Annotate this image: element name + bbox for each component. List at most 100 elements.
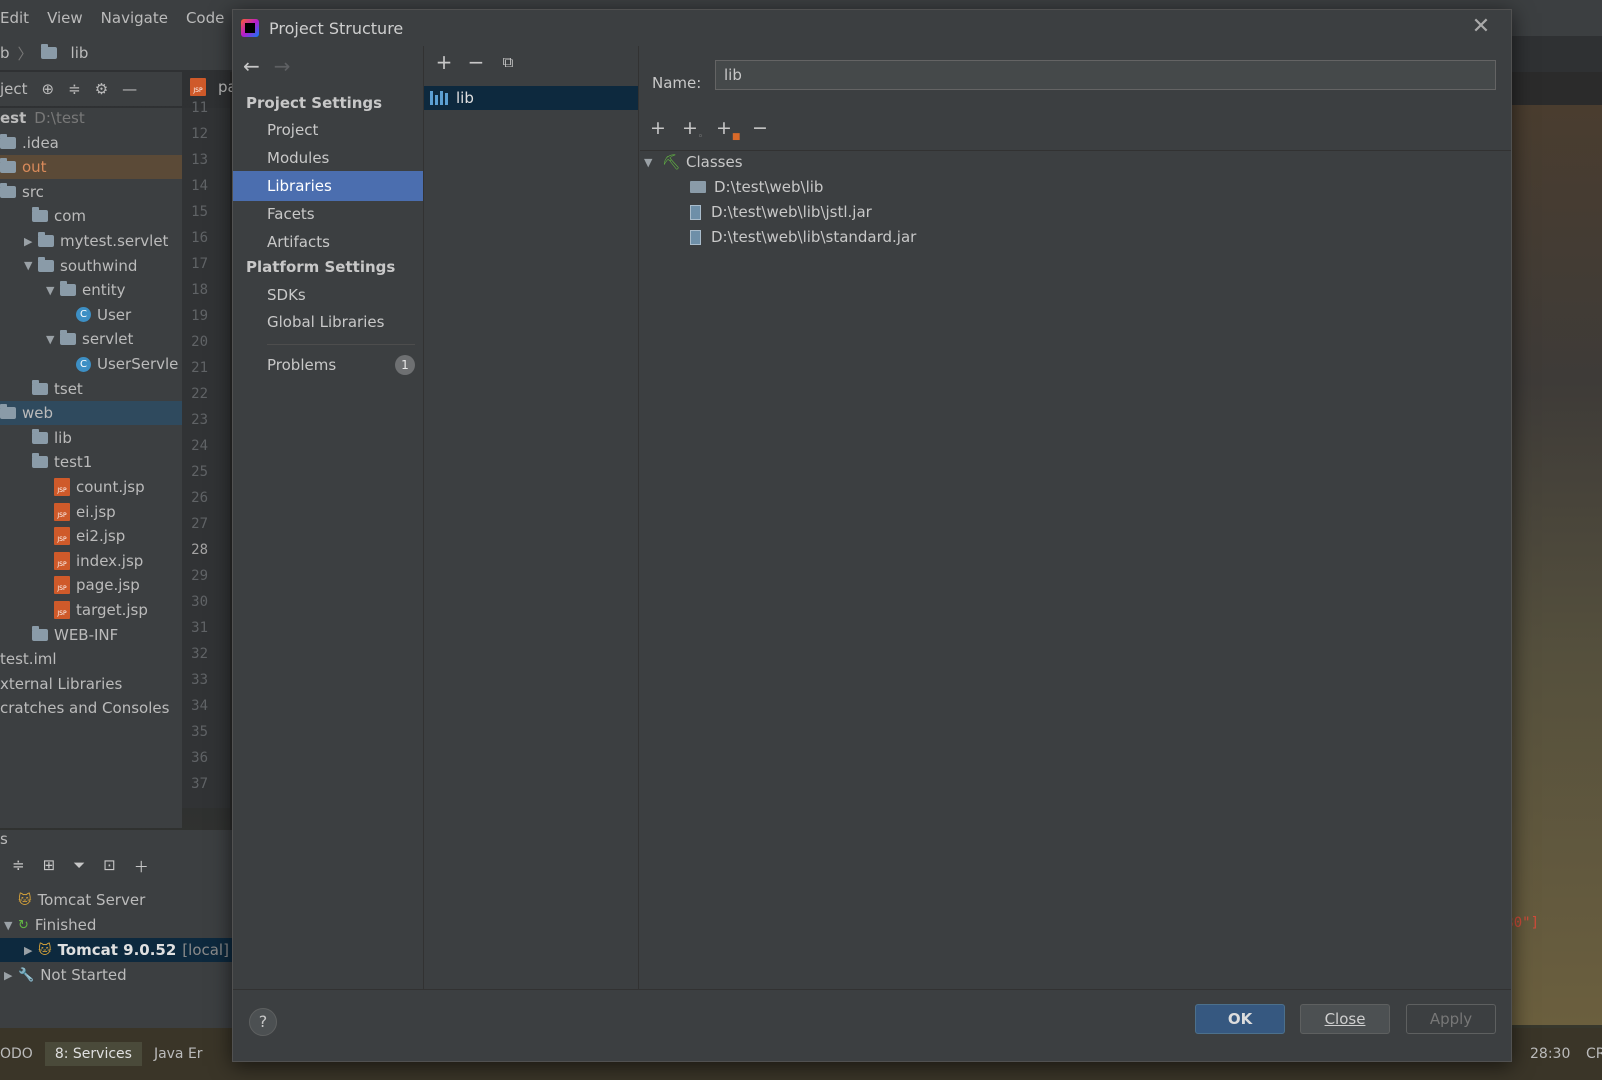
- project-tree-item[interactable]: C UserServle: [0, 352, 182, 376]
- remove-icon[interactable]: −: [750, 118, 770, 138]
- nav-item-libraries[interactable]: Libraries: [233, 171, 423, 201]
- history-arrows: ← →: [243, 54, 291, 78]
- breadcrumb-item[interactable]: lib: [71, 44, 89, 62]
- attach-files-icon[interactable]: +◦: [682, 118, 703, 142]
- attach-jar-icon[interactable]: +■: [716, 118, 740, 142]
- todo-tab[interactable]: ODO: [0, 1046, 33, 1062]
- project-tree-item[interactable]: test1: [0, 450, 182, 474]
- close-button[interactable]: Close: [1300, 1004, 1390, 1034]
- add-icon[interactable]: +: [434, 52, 454, 72]
- line-number: 29: [191, 568, 208, 584]
- nav-item-problems[interactable]: Problems 1: [233, 350, 423, 380]
- library-name-input[interactable]: [715, 60, 1496, 90]
- project-tree-item[interactable]: src: [0, 180, 182, 204]
- chevron-down-icon[interactable]: ▼: [46, 284, 60, 297]
- project-tree-item[interactable]: JSP page.jsp: [0, 573, 182, 597]
- chevron-right-icon[interactable]: ▶: [24, 235, 38, 248]
- line-number: 33: [191, 672, 208, 688]
- project-tree-item[interactable]: C User: [0, 303, 182, 327]
- back-arrow-icon[interactable]: ←: [243, 54, 260, 78]
- project-tree-item[interactable]: lib: [0, 426, 182, 450]
- jsp-file-icon: JSP: [54, 576, 70, 595]
- nav-item-label: Global Libraries: [267, 313, 385, 331]
- add-icon[interactable]: +: [648, 118, 668, 138]
- project-tree-item[interactable]: ▼ entity: [0, 278, 182, 302]
- class-root-entry[interactable]: D:\test\web\lib\jstl.jar: [690, 200, 872, 224]
- library-item-lib[interactable]: lib: [424, 86, 638, 110]
- breadcrumb-item[interactable]: b: [0, 44, 10, 62]
- services-tree-item[interactable]: ▶ 🔧 Not Started: [0, 963, 232, 987]
- project-tree-item[interactable]: .idea: [0, 131, 182, 155]
- menu-edit[interactable]: Edit: [0, 9, 29, 27]
- nav-item-global-libraries[interactable]: Global Libraries: [233, 307, 423, 337]
- nav-item-project[interactable]: Project: [233, 115, 423, 145]
- chevron-down-icon[interactable]: ▼: [4, 919, 18, 932]
- project-tree-item[interactable]: test.iml: [0, 647, 182, 671]
- project-tree-item[interactable]: com: [0, 204, 182, 228]
- chevron-right-icon[interactable]: ▶: [4, 969, 18, 982]
- name-label: Name:: [652, 74, 702, 92]
- jsp-file-icon: JSP: [190, 78, 206, 96]
- add-icon[interactable]: ＋: [134, 856, 149, 877]
- chevron-down-icon[interactable]: ▼: [46, 333, 60, 346]
- menu-view[interactable]: View: [47, 9, 83, 27]
- gear-icon[interactable]: ⚙: [95, 80, 108, 98]
- project-tree-item[interactable]: tset: [0, 377, 182, 401]
- services-tree-item[interactable]: ▶ 🐱 Tomcat 9.0.52 [local]: [0, 938, 232, 962]
- copy-icon[interactable]: ⧉: [498, 52, 518, 72]
- project-tree-item[interactable]: WEB-INF: [0, 623, 182, 647]
- project-view-dropdown[interactable]: ject: [0, 80, 28, 98]
- project-structure-dialog: Project Structure ✕ ← → Project Settings…: [232, 9, 1512, 1062]
- project-tree-item[interactable]: ▼ southwind: [0, 254, 182, 278]
- close-icon[interactable]: ✕: [1469, 16, 1493, 40]
- project-tree-item[interactable]: ▶ mytest.servlet: [0, 229, 182, 253]
- chevron-right-icon[interactable]: ▶: [24, 944, 38, 957]
- nav-item-artifacts[interactable]: Artifacts: [233, 227, 423, 257]
- class-root-entry[interactable]: D:\test\web\lib: [690, 175, 823, 199]
- project-tree-item[interactable]: cratches and Consoles: [0, 696, 182, 720]
- tree-item-label: tset: [54, 379, 83, 398]
- menu-navigate[interactable]: Navigate: [101, 9, 168, 27]
- project-tree-item[interactable]: out: [0, 155, 182, 180]
- project-tree-item[interactable]: web: [0, 401, 182, 426]
- tree-item-label: web: [22, 404, 54, 423]
- forward-arrow-icon[interactable]: →: [274, 54, 291, 78]
- nav-item-facets[interactable]: Facets: [233, 199, 423, 229]
- project-tree-item[interactable]: xternal Libraries: [0, 672, 182, 696]
- collapse-all-icon[interactable]: ≑: [68, 80, 81, 98]
- folder-icon: [690, 181, 706, 193]
- project-tree-item[interactable]: est D:\test: [0, 108, 182, 130]
- remove-icon[interactable]: −: [466, 52, 486, 72]
- nav-item-sdks[interactable]: SDKs: [233, 280, 423, 310]
- class-icon: C: [76, 356, 91, 372]
- group-icon[interactable]: ⊞: [43, 856, 56, 877]
- library-detail-panel: Name: + +◦ +■ − ▼ ⛏ Classes D:\test\web\…: [640, 46, 1511, 992]
- tree-item-label: xternal Libraries: [0, 674, 123, 693]
- locate-icon[interactable]: ⊕: [42, 80, 55, 98]
- filter-icon[interactable]: ⏷: [73, 856, 85, 877]
- chevron-down-icon[interactable]: ▼: [24, 259, 38, 272]
- project-tree-item[interactable]: JSP count.jsp: [0, 475, 182, 499]
- nav-item-modules[interactable]: Modules: [233, 143, 423, 173]
- minimize-icon[interactable]: —: [122, 80, 137, 98]
- line-number: 24: [191, 438, 208, 454]
- services-tree-item[interactable]: 🐱 Tomcat Server: [0, 888, 232, 912]
- menu-code[interactable]: Code: [186, 9, 224, 27]
- ok-button[interactable]: OK: [1195, 1004, 1285, 1034]
- project-tree-item[interactable]: JSP target.jsp: [0, 598, 182, 622]
- services-tab[interactable]: 8: Services: [44, 1042, 142, 1066]
- apply-button[interactable]: Apply: [1406, 1004, 1496, 1034]
- project-tree-item[interactable]: JSP ei2.jsp: [0, 524, 182, 548]
- services-tree-item[interactable]: ▼ ↻ Finished: [0, 913, 232, 937]
- project-tree-item[interactable]: ▼ servlet: [0, 327, 182, 351]
- project-tree-item[interactable]: JSP ei.jsp: [0, 500, 182, 524]
- java-enterprise-tab[interactable]: Java Er: [154, 1046, 203, 1062]
- line-number: 19: [191, 308, 208, 324]
- collapse-icon[interactable]: ≑: [12, 856, 25, 877]
- project-tree-item[interactable]: JSP index.jsp: [0, 549, 182, 573]
- new-tab-icon[interactable]: ⊡: [103, 856, 116, 877]
- help-button[interactable]: ?: [249, 1008, 277, 1036]
- classes-root[interactable]: ▼ ⛏ Classes: [644, 150, 743, 174]
- class-root-entry[interactable]: D:\test\web\lib\standard.jar: [690, 225, 916, 249]
- chevron-down-icon[interactable]: ▼: [644, 156, 662, 169]
